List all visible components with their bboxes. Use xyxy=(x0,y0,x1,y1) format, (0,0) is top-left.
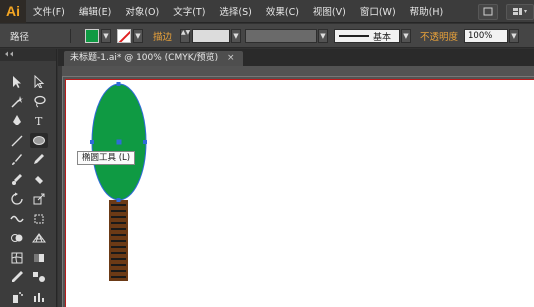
tree-trunk[interactable] xyxy=(109,200,128,281)
trunk-stripe xyxy=(111,276,126,278)
trunk-stripe xyxy=(111,204,126,206)
anchor-bottom[interactable] xyxy=(116,198,121,202)
trunk-stripe xyxy=(111,240,126,242)
trunk-stripe xyxy=(111,210,126,212)
anchor-right[interactable] xyxy=(143,140,147,144)
trunk-stripe xyxy=(111,222,126,224)
trunk-stripe xyxy=(111,234,126,236)
trunk-stripe xyxy=(111,270,126,272)
trunk-stripe xyxy=(111,252,126,254)
center-point xyxy=(116,139,122,145)
trunk-stripe xyxy=(111,264,126,266)
trunk-stripe xyxy=(111,246,126,248)
anchor-left[interactable] xyxy=(90,140,94,144)
tree-crown[interactable] xyxy=(90,82,147,202)
tool-tooltip: 椭圆工具 (L) xyxy=(77,151,136,165)
trunk-stripe xyxy=(111,258,126,260)
anchor-top[interactable] xyxy=(116,82,121,86)
trunk-stripe xyxy=(111,228,126,230)
trunk-stripe xyxy=(111,216,126,218)
